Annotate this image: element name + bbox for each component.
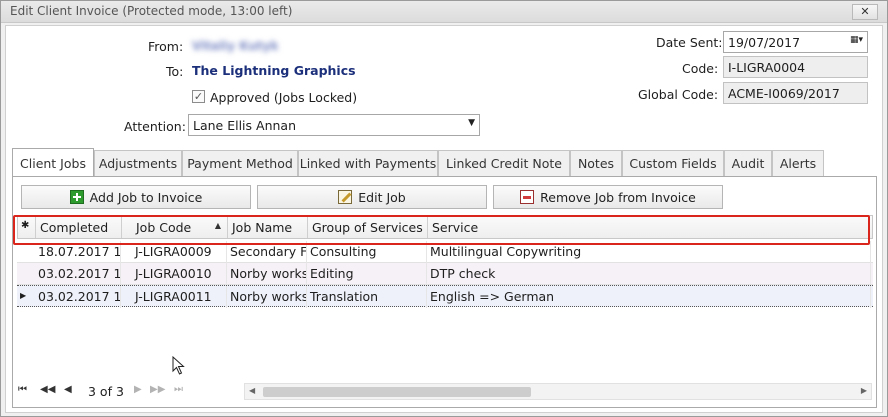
checkmark-icon: ✓ — [193, 90, 204, 103]
attention-value: Lane Ellis Annan — [193, 118, 296, 133]
edit-job-button[interactable]: Edit Job — [257, 185, 487, 209]
calendar-icon[interactable]: ▦▾ — [850, 35, 863, 45]
attention-dropdown[interactable]: Lane Ellis Annan ▼ — [188, 114, 480, 136]
scroll-right-icon[interactable]: ▶ — [861, 386, 867, 395]
to-label: To: — [166, 64, 184, 79]
job-code-header-label: Job Code — [136, 220, 192, 235]
add-job-label: Add Job to Invoice — [89, 189, 203, 205]
cell-completed[interactable]: 18.07.2017 15 — [35, 241, 121, 263]
next-page-group-icon[interactable]: ▶▶ — [150, 384, 165, 395]
from-value: Vitaliy Kutyk — [192, 39, 279, 53]
title-bar[interactable]: Edit Client Invoice (Protected mode, 13:… — [1, 1, 887, 23]
tab-payment-method[interactable]: Payment Method — [182, 150, 298, 176]
global-code-label: Global Code: — [638, 87, 719, 102]
grid-navigator: ⏮ ◀◀ ◀ 3 of 3 ▶ ▶▶ ⏭ ◀ ▶ — [12, 382, 874, 402]
select-all-icon[interactable]: ✱ — [18, 216, 36, 238]
global-code-value: ACME-I0069/2017 — [728, 86, 840, 101]
pencil-icon — [338, 190, 353, 204]
table-row[interactable]: ▶ 03.02.2017 18 J-LIGRA0011 Norby works … — [17, 285, 873, 308]
table-row[interactable]: 03.02.2017 18 J-LIGRA0010 Norby works Ed… — [17, 263, 873, 285]
cell-job-code[interactable]: J-LIGRA0009 — [121, 241, 227, 263]
remove-job-button[interactable]: Remove Job from Invoice — [493, 185, 723, 209]
cell-completed[interactable]: 03.02.2017 18 — [35, 286, 121, 308]
column-header-completed[interactable]: Completed — [36, 216, 122, 238]
client-area: From: Vitaliy Kutyk To: The Lightning Gr… — [5, 25, 883, 413]
last-page-icon[interactable]: ⏭ — [174, 384, 183, 395]
first-page-icon[interactable]: ⏮ — [18, 384, 27, 395]
cell-job-name[interactable]: Norby works — [227, 263, 307, 285]
edit-client-invoice-window: Edit Client Invoice (Protected mode, 13:… — [0, 0, 888, 417]
cell-job-code[interactable]: J-LIGRA0011 — [121, 286, 227, 308]
cell-service[interactable]: English => German — [427, 286, 871, 308]
add-icon — [69, 190, 84, 204]
grid-header: ✱ Completed Job Code ▲ Job Name Group of… — [17, 215, 873, 239]
cell-job-code[interactable]: J-LIGRA0010 — [121, 263, 227, 285]
attention-label: Attention: — [124, 119, 186, 134]
code-field: I-LIGRA0004 — [723, 56, 868, 78]
tab-alerts[interactable]: Alerts — [772, 150, 824, 176]
client-jobs-panel: Add Job to Invoice Edit Job Remove Job f… — [12, 176, 877, 408]
tab-notes[interactable]: Notes — [570, 150, 622, 176]
date-sent-label: Date Sent: — [656, 35, 723, 50]
close-button[interactable]: ✕ — [852, 4, 878, 20]
scrollbar-thumb[interactable] — [263, 387, 531, 397]
dropdown-arrow-icon[interactable]: ▼ — [468, 118, 475, 128]
scroll-left-icon[interactable]: ◀ — [249, 386, 255, 395]
tab-adjustments[interactable]: Adjustments — [94, 150, 182, 176]
approved-label[interactable]: Approved (Jobs Locked) — [210, 90, 357, 105]
row-indicator-icon: ▶ — [20, 291, 27, 300]
add-job-button[interactable]: Add Job to Invoice — [21, 185, 251, 209]
edit-job-label: Edit Job — [358, 189, 406, 205]
cell-job-name[interactable]: Norby works — [227, 286, 307, 308]
approved-checkbox[interactable]: ✓ — [192, 90, 205, 103]
tab-custom-fields[interactable]: Custom Fields — [622, 150, 724, 176]
close-icon: ✕ — [860, 5, 870, 18]
previous-record-icon[interactable]: ◀ — [64, 384, 72, 395]
cell-service[interactable]: DTP check — [427, 263, 871, 285]
horizontal-scrollbar[interactable]: ◀ ▶ — [244, 383, 872, 400]
record-counter: 3 of 3 — [88, 384, 124, 399]
code-label: Code: — [682, 61, 719, 76]
code-value: I-LIGRA0004 — [728, 60, 806, 75]
sort-ascending-icon: ▲ — [214, 221, 221, 230]
column-header-group-of-services[interactable]: Group of Services — [308, 216, 428, 238]
column-header-job-code[interactable]: Job Code ▲ — [122, 216, 228, 238]
from-label: From: — [148, 39, 184, 54]
cell-job-name[interactable]: Secondary Fl — [227, 241, 307, 263]
tab-linked-with-payments[interactable]: Linked with Payments — [298, 150, 438, 176]
remove-job-label: Remove Job from Invoice — [540, 189, 696, 205]
remove-icon — [520, 190, 535, 204]
table-row[interactable]: 18.07.2017 15 J-LIGRA0009 Secondary Fl C… — [17, 241, 873, 263]
window-title: Edit Client Invoice (Protected mode, 13:… — [10, 4, 293, 18]
tab-audit[interactable]: Audit — [724, 150, 772, 176]
cell-group[interactable]: Editing — [307, 263, 427, 285]
column-header-service[interactable]: Service — [428, 216, 872, 238]
global-code-field: ACME-I0069/2017 — [723, 82, 868, 104]
cell-service[interactable]: Multilingual Copywriting — [427, 241, 871, 263]
previous-page-group-icon[interactable]: ◀◀ — [40, 384, 55, 395]
date-sent-value: 19/07/2017 — [728, 35, 801, 50]
next-record-icon[interactable]: ▶ — [134, 384, 142, 395]
cell-group[interactable]: Translation — [307, 286, 427, 308]
tab-client-jobs[interactable]: Client Jobs — [12, 148, 94, 176]
tab-linked-credit-note[interactable]: Linked Credit Note — [438, 150, 570, 176]
mouse-cursor-icon — [172, 356, 185, 375]
column-header-job-name[interactable]: Job Name — [228, 216, 308, 238]
cell-group[interactable]: Consulting — [307, 241, 427, 263]
to-value[interactable]: The Lightning Graphics — [192, 63, 356, 78]
date-sent-picker[interactable]: 19/07/2017 ▦▾ — [723, 31, 868, 53]
cell-completed[interactable]: 03.02.2017 18 — [35, 263, 121, 285]
